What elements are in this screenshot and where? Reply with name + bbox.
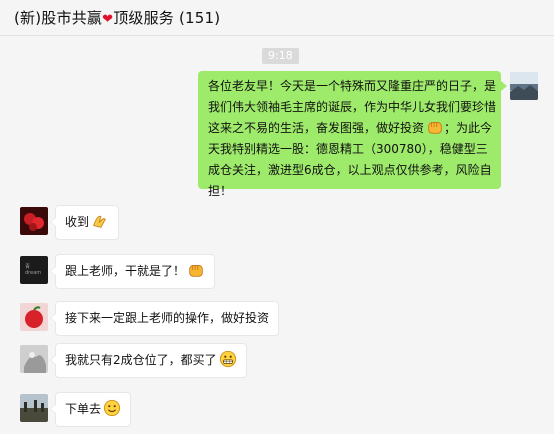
clapping-hands-icon — [93, 215, 107, 228]
message-line: 这来之不易的生活，奋发图强，做好投资 ；为此今 — [208, 118, 492, 139]
smiling-face-icon — [103, 399, 121, 417]
message-bubble[interactable]: 我就只有2成仓位了，都买了 — [50, 343, 247, 378]
message-line: 担！ — [208, 184, 233, 198]
chat-header: (新)股市共赢❤顶级服务 (151) — [0, 0, 554, 36]
message-line: 天我特别精选一股：德恩精工（300780），稳健型三 — [208, 142, 488, 156]
message-bubble[interactable]: 下单去 — [49, 392, 132, 427]
timestamp-badge: 9:18 — [262, 48, 299, 64]
heart-icon: ❤ — [102, 12, 114, 27]
sender-avatar[interactable] — [20, 394, 48, 422]
avatar-image — [20, 394, 48, 422]
message-bubble[interactable]: 收到 — [49, 205, 120, 240]
sender-avatar[interactable] — [20, 303, 48, 331]
avatar-image — [20, 303, 48, 331]
message-text: 收到 — [65, 215, 90, 229]
grinning-face-icon — [219, 350, 236, 368]
chat-title[interactable]: (新)股市共赢❤顶级服务 (151) — [14, 7, 220, 28]
fist-icon — [428, 122, 442, 134]
my-message-bubble[interactable]: 各位老友早！今天是一个特殊而又隆重庄严的日子，是 我们伟大领袖毛主席的诞辰，作为… — [198, 71, 507, 198]
message-bubble[interactable]: 接下来一定跟上老师的操作，做好投资 — [49, 301, 280, 336]
my-avatar[interactable] — [510, 72, 538, 100]
chat-title-prefix: (新)股市共赢 — [14, 9, 103, 27]
message-bubble[interactable]: 跟上老师，干就是了！ — [49, 254, 216, 289]
avatar-image — [510, 72, 538, 100]
avatar-image: 青 dream — [20, 256, 48, 284]
message-line: 我们伟大领袖毛主席的诞辰，作为中华儿女我们要珍惜 — [208, 100, 497, 114]
message-text: 接下来一定跟上老师的操作，做好投资 — [65, 311, 270, 325]
message-line: 各位老友早！今天是一个特殊而又隆重庄严的日子，是 — [208, 79, 497, 93]
message-line: 成仓关注，激进型6成仓，以上观点仅供参考，风险自 — [208, 163, 492, 177]
avatar-image — [20, 345, 48, 373]
sender-avatar[interactable] — [20, 207, 48, 235]
sender-avatar[interactable]: 青 dream — [20, 256, 48, 284]
fist-icon — [189, 265, 203, 277]
svg-text:dream: dream — [25, 270, 41, 276]
message-text: 我就只有2成仓位了，都买了 — [65, 353, 217, 367]
avatar-image — [20, 207, 48, 235]
message-text: 下单去 — [65, 402, 102, 416]
message-text: 跟上老师，干就是了！ — [65, 264, 186, 278]
member-count: (151) — [178, 9, 221, 27]
chat-title-suffix: 顶级服务 — [113, 9, 175, 27]
svg-text:青: 青 — [25, 263, 35, 270]
sender-avatar[interactable] — [20, 345, 48, 373]
